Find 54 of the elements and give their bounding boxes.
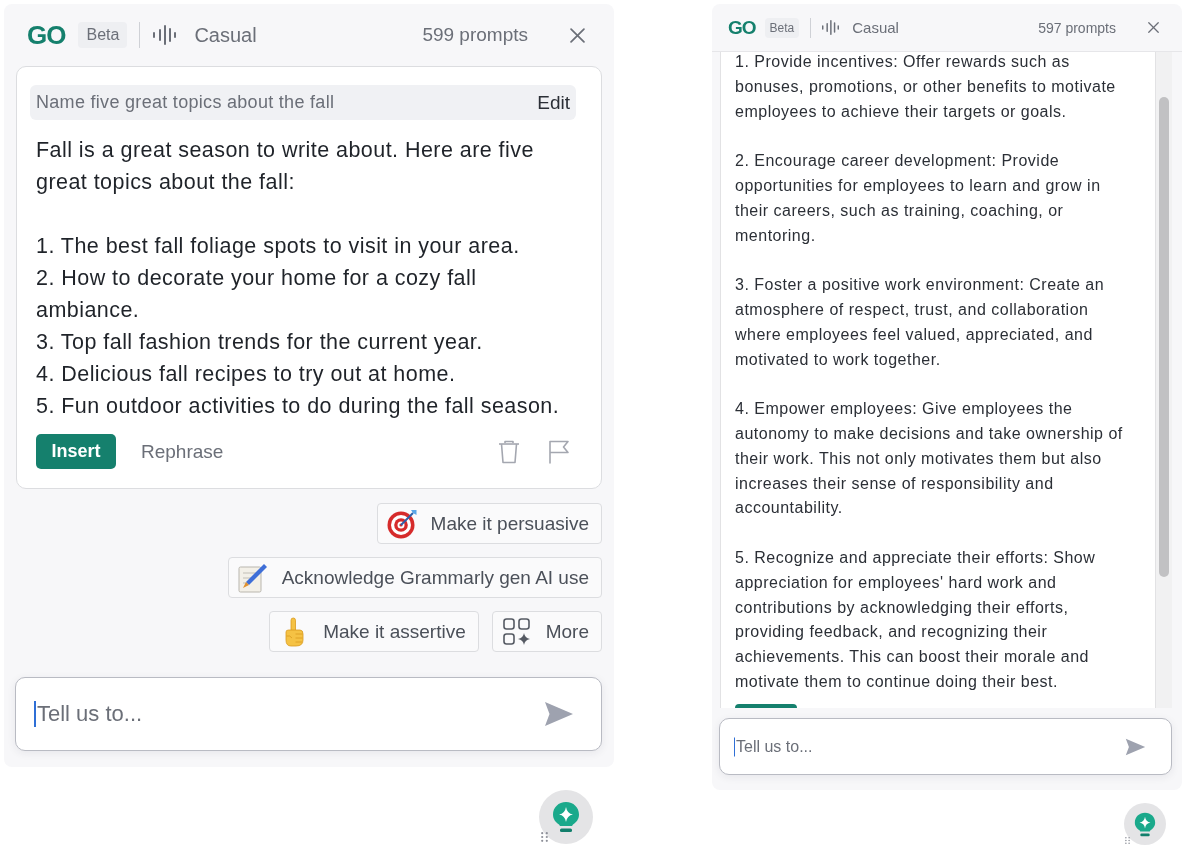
response-list-item: 4. Delicious fall recipes to try out at home. xyxy=(36,361,457,388)
close-button[interactable] xyxy=(570,27,585,43)
response-text: Fall is a great season to write about. Here are five great topics about the fall: xyxy=(36,137,535,196)
drag-handle-icon[interactable] xyxy=(541,832,548,842)
response-paragraph: 2. Encourage career development: Provide opportunities for employees to learn and grow in their careers, such as training, coaching, or mentoring. xyxy=(735,151,1102,246)
prompt-text: Name five great topics about the fall xyxy=(36,92,335,113)
pen-on-paper-icon xyxy=(237,562,268,593)
lightbulb-icon xyxy=(1134,811,1156,837)
scrollbar-thumb[interactable] xyxy=(1159,97,1169,577)
more-button[interactable]: More xyxy=(491,611,602,652)
delete-button[interactable] xyxy=(498,439,520,464)
waveform-icon xyxy=(822,20,840,35)
response-paragraph: 4. Empower employees: Give employees the autonomy to make decisions and take ownership of their work. This not only motivates them but also increases their sense of responsibility and accountability. xyxy=(735,399,1124,519)
close-icon xyxy=(1148,22,1159,33)
send-button[interactable] xyxy=(544,701,574,727)
assistant-button[interactable] xyxy=(539,790,593,844)
assistant-button[interactable] xyxy=(1124,803,1166,845)
partial-button[interactable] xyxy=(735,703,797,708)
logo: GO xyxy=(728,16,756,39)
send-button[interactable] xyxy=(1125,737,1146,756)
flag-icon xyxy=(548,439,570,464)
send-icon xyxy=(544,701,574,727)
drag-handle-icon[interactable] xyxy=(1125,837,1130,844)
rephrase-button[interactable]: Rephrase xyxy=(141,440,224,463)
edit-button[interactable]: Edit xyxy=(537,91,570,114)
tone-button[interactable]: Casual xyxy=(822,19,899,36)
grid-sparkle-icon xyxy=(501,616,532,647)
close-button[interactable] xyxy=(1148,22,1159,33)
target-icon xyxy=(386,508,417,539)
suggestion-button[interactable]: Make it persuasive xyxy=(376,503,602,544)
prompt-count: 599 prompts xyxy=(422,24,528,46)
prompt-input[interactable]: Tell us to... xyxy=(719,718,1172,775)
version-badge: Beta xyxy=(764,17,800,38)
tone-button[interactable]: Casual xyxy=(153,23,257,47)
trash-icon xyxy=(498,439,520,464)
version-badge: Beta xyxy=(78,22,128,48)
logo: GO xyxy=(27,19,66,51)
response-list-item: 1. The best fall foliage spots to visit in your area. xyxy=(36,233,521,260)
flag-button[interactable] xyxy=(548,439,570,464)
send-icon xyxy=(1125,737,1146,756)
suggestion-button[interactable]: Make it assertive xyxy=(269,611,479,652)
response-list-item: 3. Top fall fashion trends for the current year. xyxy=(36,329,484,356)
suggestion-button[interactable]: Acknowledge Grammarly gen AI use xyxy=(227,557,602,598)
response-list-item: 2. How to decorate your home for a cozy fall ambiance. xyxy=(36,265,478,324)
lightbulb-icon xyxy=(552,801,580,833)
response-paragraph: 1. Provide incentives: Offer rewards such as bonuses, promotions, or other benefits to motivate employees to achieve their targets or goals. xyxy=(735,52,1117,122)
insert-button[interactable]: Insert xyxy=(36,434,116,469)
response-list-item: 5. Fun outdoor activities to do during the fall season. xyxy=(36,393,561,420)
close-icon xyxy=(570,27,585,43)
response-paragraph: 3. Foster a positive work environment: Create an atmosphere of respect, trust, and collaboration where employees feel valued, appreciated, and motivated to work together. xyxy=(735,275,1106,370)
prompt-count: 597 prompts xyxy=(1038,19,1116,36)
response-paragraph: 5. Recognize and appreciate their efforts: Show appreciation for employees' hard work and contributions by acknowledging their efforts, providing feedback, and recognizing their achievements. This can boost their morale and motivate them to continue doing their best. xyxy=(735,547,1097,692)
waveform-icon xyxy=(153,25,177,45)
prompt-input[interactable]: Tell us to... xyxy=(15,677,602,751)
